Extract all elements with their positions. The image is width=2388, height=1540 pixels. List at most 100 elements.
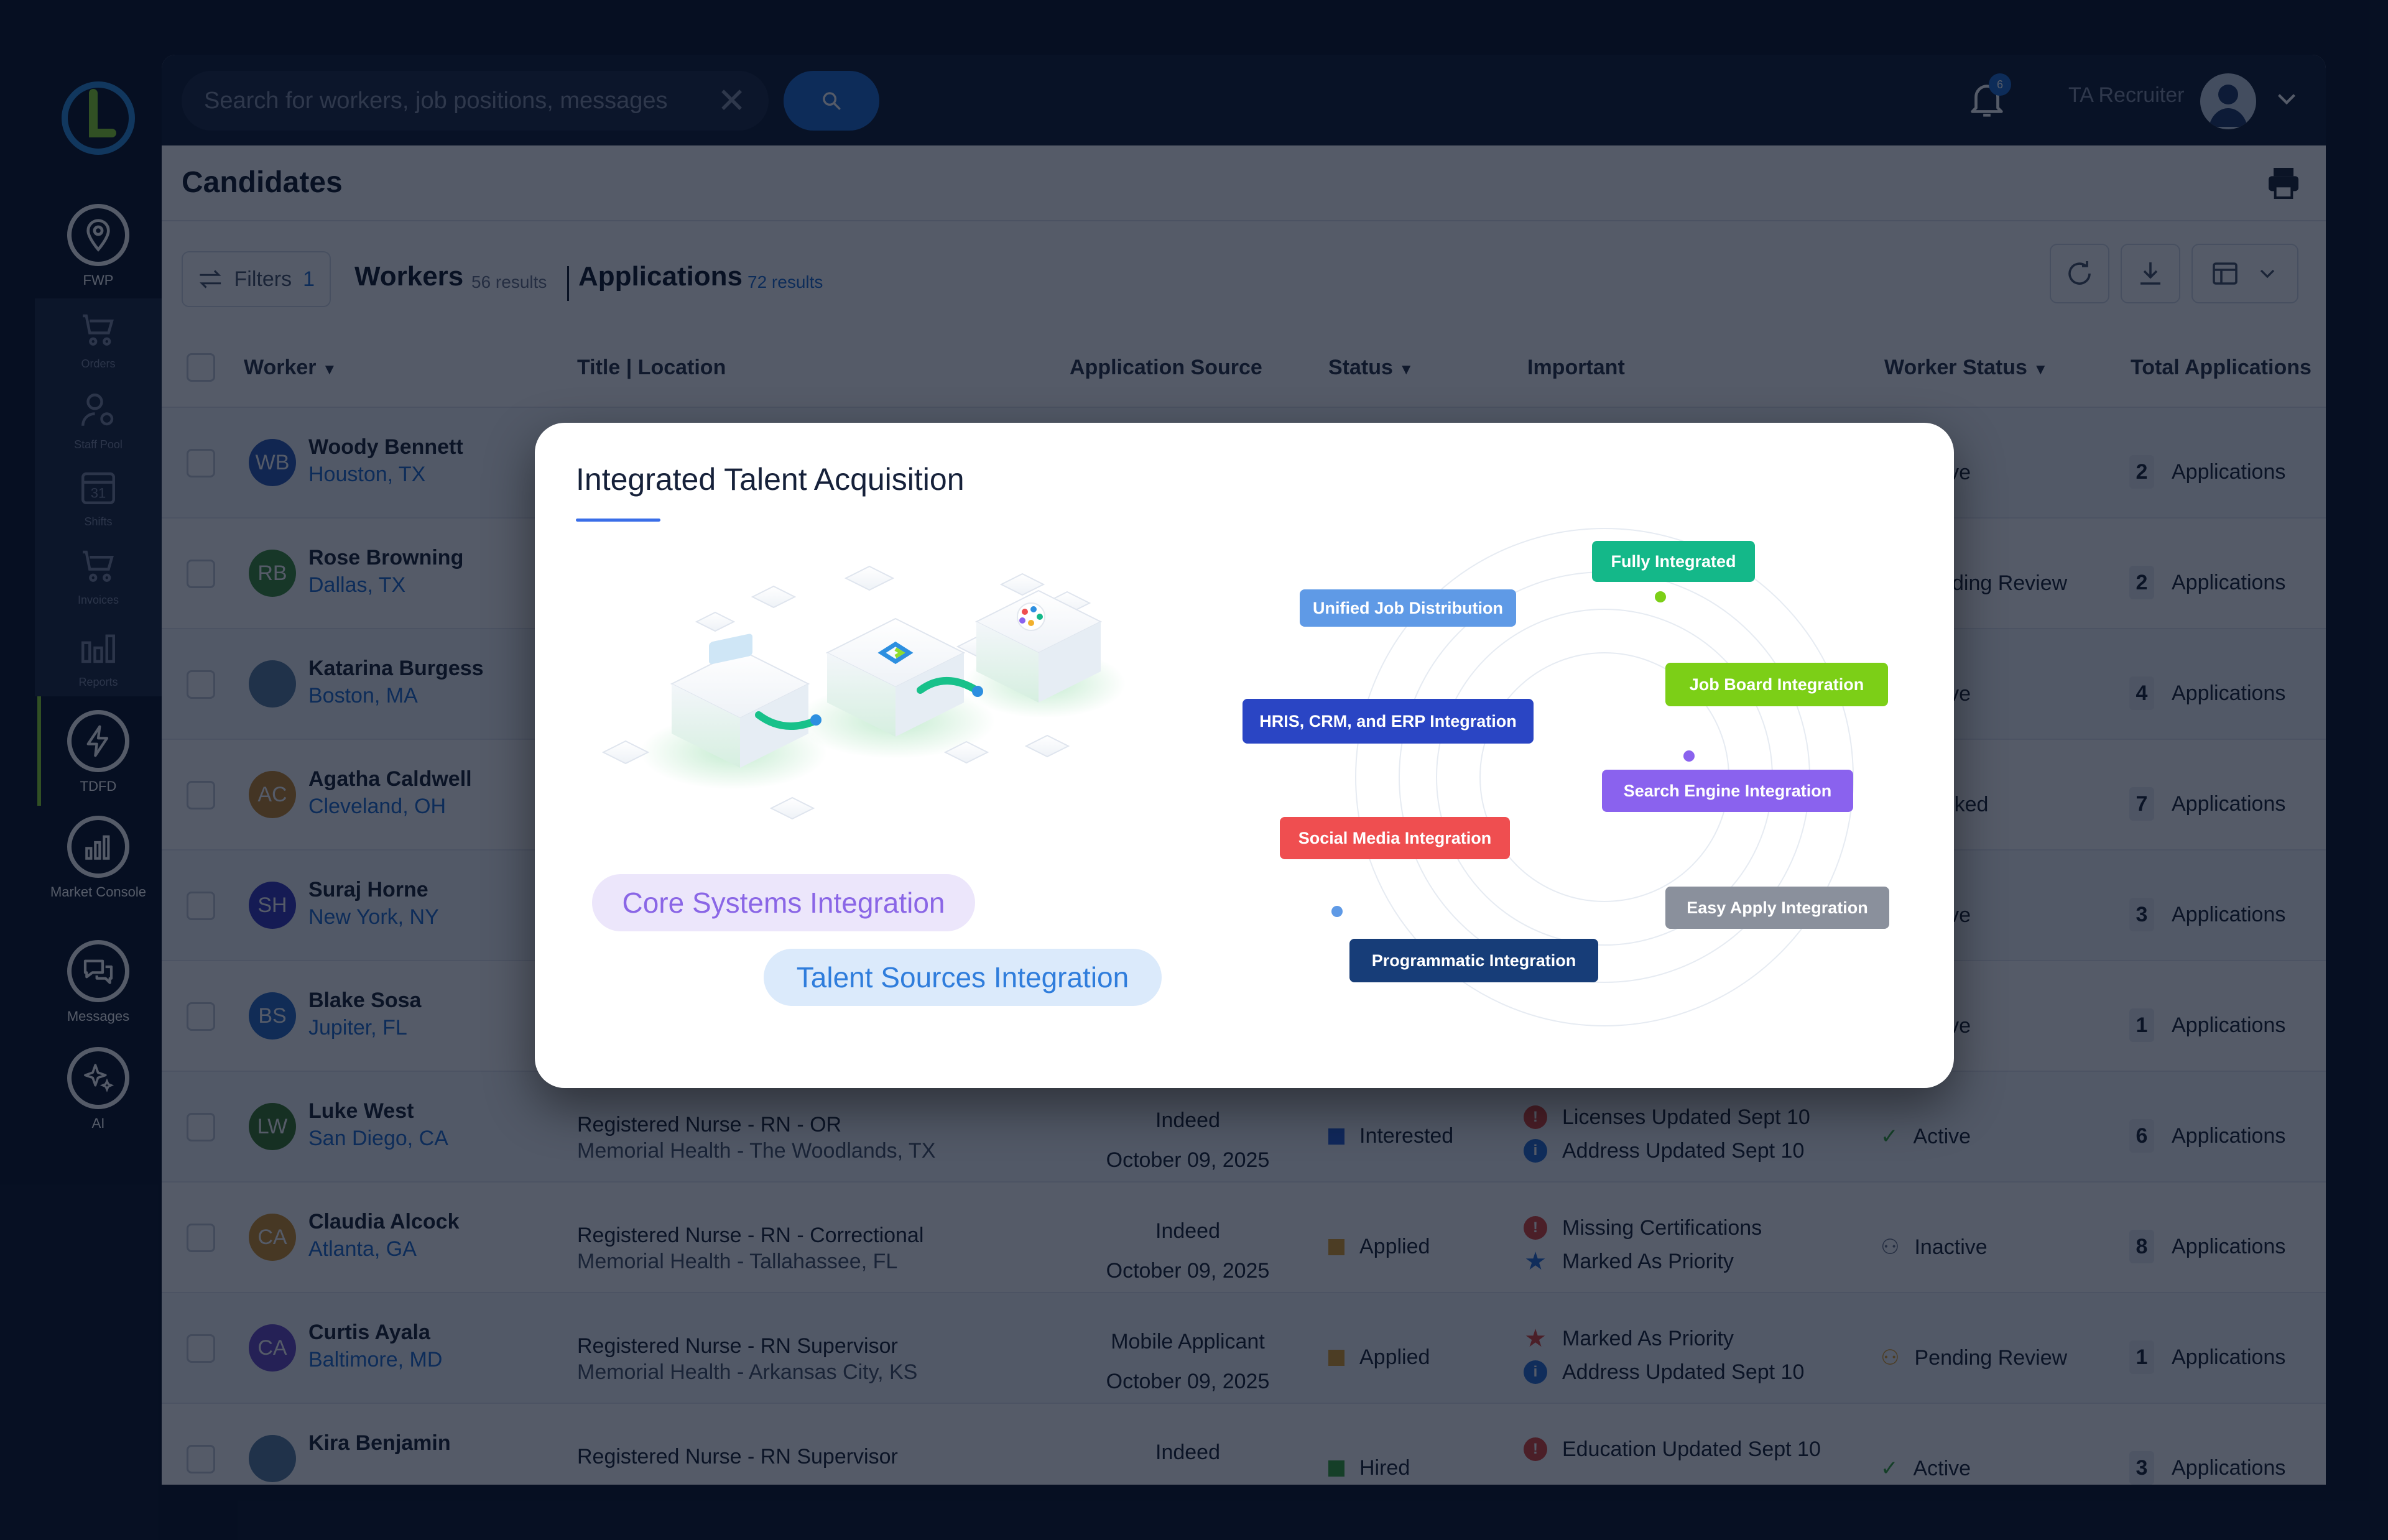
- worker-name[interactable]: Rose Browning: [308, 546, 463, 570]
- orbit-dot: [1683, 750, 1695, 762]
- sidebar-item-messages[interactable]: Messages: [35, 940, 162, 1026]
- sidebar-item-tdfd[interactable]: TDFD: [35, 710, 162, 796]
- pill-core-systems: Core Systems Integration: [592, 874, 975, 931]
- column-total-applications[interactable]: Total Applications: [2131, 356, 2312, 380]
- brand-logo[interactable]: [60, 80, 137, 157]
- location-pin-icon: [67, 204, 129, 266]
- chevron-down-icon[interactable]: [2271, 83, 2302, 114]
- row-checkbox[interactable]: [187, 1445, 215, 1473]
- select-all-checkbox[interactable]: [187, 353, 215, 382]
- table-row[interactable]: CA Claudia Alcock Atlanta, GA Registered Nu…: [162, 1183, 2326, 1293]
- status-square: [1328, 1460, 1344, 1477]
- row-checkbox[interactable]: [187, 1002, 215, 1031]
- worker-name[interactable]: Claudia Alcock: [308, 1210, 459, 1234]
- row-checkbox[interactable]: [187, 1113, 215, 1141]
- avatar[interactable]: [2200, 73, 2256, 129]
- total-applications[interactable]: 8 Applications: [2129, 1230, 2285, 1263]
- worker-name[interactable]: Woody Bennett: [308, 435, 463, 459]
- page-header: Candidates: [162, 145, 2326, 221]
- worker-name[interactable]: Katarina Burgess: [308, 657, 484, 681]
- search-button[interactable]: [784, 71, 879, 131]
- worker-name[interactable]: Luke West: [308, 1099, 414, 1123]
- row-checkbox[interactable]: [187, 560, 215, 588]
- table-row[interactable]: CA Curtis Ayala Baltimore, MD Registered Nu…: [162, 1293, 2326, 1404]
- application-source: Mobile Applicant October 09, 2025: [1045, 1322, 1331, 1401]
- row-checkbox[interactable]: [187, 670, 215, 699]
- refresh-button[interactable]: [2050, 244, 2109, 303]
- application-source: Indeed October 09, 2025: [1045, 1100, 1331, 1180]
- column-layout-button[interactable]: [2191, 244, 2298, 303]
- tab-applications[interactable]: Applications: [578, 261, 743, 292]
- tag-fully-integrated: Fully Integrated: [1592, 541, 1755, 582]
- column-application-source[interactable]: Application Source: [1070, 356, 1262, 380]
- worker-name[interactable]: Blake Sosa: [308, 989, 421, 1013]
- important-notes: ! Missing Certifications ★ Marked As Priori…: [1524, 1216, 1762, 1275]
- worker-name[interactable]: Kira Benjamin: [308, 1431, 451, 1455]
- worker-status: ⚇ Inactive: [1881, 1235, 1988, 1260]
- total-applications[interactable]: 4 Applications: [2129, 676, 2285, 710]
- row-checkbox[interactable]: [187, 1224, 215, 1252]
- sidebar-item-label: Market Console: [50, 884, 147, 900]
- total-applications[interactable]: 3 Applications: [2129, 898, 2285, 931]
- worker-name[interactable]: Curtis Ayala: [308, 1321, 430, 1345]
- worker-location: Dallas, TX: [308, 573, 406, 597]
- download-button[interactable]: [2121, 244, 2180, 303]
- row-checkbox[interactable]: [187, 781, 215, 809]
- sidebar-item-invoices[interactable]: Invoices: [35, 541, 162, 609]
- important-notes: ! Education Updated Sept 10: [1524, 1432, 1821, 1466]
- swap-arrows-icon: [200, 270, 221, 288]
- total-applications[interactable]: 2 Applications: [2129, 566, 2285, 599]
- column-important[interactable]: Important: [1527, 356, 1625, 380]
- column-title-location[interactable]: Title | Location: [577, 356, 726, 380]
- total-applications[interactable]: 7 Applications: [2129, 787, 2285, 821]
- job-title: Registered Nurse - RN - Correctional: [577, 1224, 924, 1247]
- search-placeholder: Search for workers, job positions, messa…: [204, 87, 668, 114]
- sidebar-item-staff-pool[interactable]: Staff Pool: [35, 385, 162, 454]
- sidebar-item-fwp[interactable]: FWP: [35, 204, 162, 290]
- user-role[interactable]: TA Recruiter: [2068, 83, 2184, 108]
- tag-search-engine-integration: Search Engine Integration: [1602, 770, 1853, 812]
- application-date: October 09, 2025: [1106, 1259, 1270, 1283]
- status-badge: Interested: [1328, 1124, 1453, 1148]
- job-title: Registered Nurse - RN - OR: [577, 1113, 842, 1137]
- worker-location: Houston, TX: [308, 463, 426, 486]
- search-input[interactable]: Search for workers, job positions, messa…: [182, 71, 769, 131]
- tab-workers[interactable]: Workers: [354, 261, 463, 292]
- sidebar-item-ai[interactable]: AI: [35, 1047, 162, 1133]
- clear-icon[interactable]: ✕: [717, 80, 746, 121]
- avatar: SH: [249, 882, 296, 929]
- worker-name[interactable]: Suraj Horne: [308, 878, 428, 902]
- cart-dollar-icon: [73, 541, 123, 591]
- column-status[interactable]: Status ▼: [1328, 356, 1414, 380]
- sidebar-item-orders[interactable]: Orders: [35, 305, 162, 373]
- filters-button[interactable]: Filters 1: [182, 251, 331, 307]
- sidebar-item-reports[interactable]: Reports: [35, 623, 162, 691]
- cart-icon: [73, 305, 123, 354]
- worker-name[interactable]: Agatha Caldwell: [308, 767, 472, 791]
- table-row[interactable]: Kira Benjamin Registered Nurse - RN Super…: [162, 1404, 2326, 1485]
- column-worker-status[interactable]: Worker Status ▼: [1884, 356, 2048, 380]
- row-checkbox[interactable]: [187, 892, 215, 920]
- total-applications[interactable]: 6 Applications: [2129, 1119, 2285, 1153]
- table-row[interactable]: LW Luke West San Diego, CA Registered Nurse…: [162, 1072, 2326, 1183]
- worker-location: Baltimore, MD: [308, 1348, 443, 1372]
- bar-chart-icon: [73, 623, 123, 673]
- sidebar-item-label: Staff Pool: [74, 438, 123, 451]
- orbit-dot: [1331, 906, 1343, 917]
- lightning-icon: [67, 710, 129, 772]
- sidebar-item-shifts[interactable]: 31 Shifts: [35, 463, 162, 531]
- alert-icon: !: [1524, 1105, 1547, 1129]
- total-applications[interactable]: 2 Applications: [2129, 455, 2285, 489]
- row-checkbox[interactable]: [187, 449, 215, 477]
- notification-badge: 6: [1989, 73, 2011, 96]
- application-date: October 09, 2025: [1106, 1370, 1270, 1393]
- sidebar-item-market-console[interactable]: Market Console: [35, 816, 162, 901]
- sidebar-item-label: Reports: [78, 676, 118, 688]
- total-applications[interactable]: 3 Applications: [2129, 1451, 2285, 1485]
- total-applications[interactable]: 1 Applications: [2129, 1008, 2285, 1042]
- avatar: AC: [249, 771, 296, 818]
- column-worker[interactable]: Worker ▼: [244, 356, 337, 380]
- total-applications[interactable]: 1 Applications: [2129, 1340, 2285, 1374]
- row-checkbox[interactable]: [187, 1334, 215, 1363]
- printer-icon[interactable]: [2264, 163, 2303, 203]
